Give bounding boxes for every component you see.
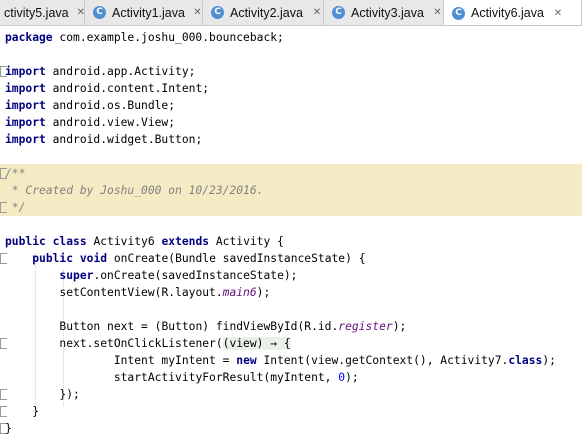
code-text: ); — [345, 371, 359, 384]
code-text: Button next = (Button) findViewById(R.id… — [59, 320, 339, 333]
code-text: }); — [59, 388, 80, 401]
doc-comment-line: /** — [5, 167, 26, 180]
package-name: com.example.joshu_000.bounceback; — [52, 31, 284, 44]
tab-activity5[interactable]: ctivity5.java ✕ — [0, 0, 85, 25]
code-line-class-decl: public class Activity6 extends Activity … — [5, 233, 284, 250]
code-line-setcontentview: setContentView(R.layout.main6); — [5, 284, 270, 301]
import-path: android.app.Activity; — [45, 65, 196, 78]
keyword: public — [5, 235, 46, 248]
java-class-icon: C — [93, 6, 106, 19]
keyword: import — [5, 116, 46, 129]
code-text: next.setOnClickListener( — [59, 337, 223, 350]
import-path: android.content.Intent; — [45, 82, 210, 95]
keyword: package — [5, 31, 53, 44]
tab-activity6[interactable]: C Activity6.java ✕ — [444, 0, 582, 25]
code-line-onclicklistener: next.setOnClickListener((view) → { — [5, 335, 291, 352]
doc-comment-line: * Created by Joshu_000 on 10/23/2016. — [5, 184, 264, 197]
code-line-close-class: } — [5, 420, 12, 437]
keyword: super — [59, 269, 94, 282]
close-icon[interactable]: ✕ — [193, 7, 202, 18]
code-line-package: package com.example.joshu_000.bounceback… — [5, 29, 284, 46]
code-line-import: import android.app.Activity; — [5, 63, 195, 80]
tab-label: Activity3.java — [351, 5, 424, 20]
code-line-import: import android.os.Bundle; — [5, 97, 175, 114]
code-line-import: import android.widget.Button; — [5, 131, 202, 148]
code-text: onCreate(Bundle savedInstanceState) { — [107, 252, 366, 265]
tab-label: Activity1.java — [112, 5, 185, 20]
code-line-oncreate: public void onCreate(Bundle savedInstanc… — [5, 250, 366, 267]
tab-activity1[interactable]: C Activity1.java ✕ — [85, 0, 203, 25]
import-path: android.os.Bundle; — [45, 99, 176, 112]
tab-activity2[interactable]: C Activity2.java ✕ — [203, 0, 324, 25]
keyword: public — [32, 252, 74, 265]
keyword: import — [5, 82, 46, 95]
code-text: ); — [542, 354, 556, 367]
code-text: startActivityForResult(myIntent, — [113, 371, 339, 384]
close-icon[interactable]: ✕ — [552, 8, 564, 19]
editor-tab-bar: ctivity5.java ✕ C Activity1.java ✕ C Act… — [0, 0, 582, 26]
code-text: setContentView(R.layout. — [59, 286, 223, 299]
code-text: ); — [256, 286, 271, 299]
code-line-findviewbyid: Button next = (Button) findViewById(R.id… — [5, 318, 406, 335]
close-icon[interactable]: ✕ — [311, 7, 323, 18]
lambda-fold[interactable]: (view) → { — [222, 337, 291, 350]
code-line-super: super.onCreate(savedInstanceState); — [5, 267, 297, 284]
keyword: import — [5, 99, 46, 112]
close-icon[interactable]: ✕ — [77, 7, 85, 18]
code-text: Intent(view.getContext(), Activity7. — [256, 354, 509, 367]
tab-label: Activity2.java — [230, 5, 303, 20]
code-line-import: import android.view.View; — [5, 114, 175, 131]
code-line-startactivity: startActivityForResult(myIntent, 0); — [5, 369, 359, 386]
code-editor[interactable]: package com.example.joshu_000.bounceback… — [0, 26, 582, 439]
code-text: .onCreate(savedInstanceState); — [93, 269, 298, 282]
code-line-close-method: } — [5, 403, 39, 420]
keyword: class — [52, 235, 87, 248]
code-line-import: import android.content.Intent; — [5, 80, 209, 97]
import-path: android.widget.Button; — [45, 133, 203, 146]
code-text: Activity { — [209, 235, 284, 248]
field-ref: main6 — [222, 286, 257, 299]
code-line-intent: Intent myIntent = new Intent(view.getCon… — [5, 352, 556, 369]
tab-label: Activity6.java — [471, 6, 544, 20]
doc-comment-line: */ — [5, 201, 26, 214]
java-class-icon: C — [332, 6, 345, 19]
keyword: new — [236, 354, 257, 367]
keyword: import — [5, 65, 46, 78]
code-text: } — [32, 405, 40, 418]
keyword: class — [508, 354, 543, 367]
import-path: android.view.View; — [45, 116, 176, 129]
tab-label: ctivity5.java — [4, 5, 69, 20]
tab-activity3[interactable]: C Activity3.java ✕ — [324, 0, 444, 25]
code-text: } — [5, 422, 12, 435]
code-text: ); — [392, 320, 407, 333]
keyword: void — [79, 252, 108, 265]
keyword: extends — [161, 235, 210, 248]
keyword: import — [5, 133, 46, 146]
class-name: Activity6 — [86, 235, 162, 248]
field-ref: register — [338, 320, 393, 333]
java-class-icon: C — [452, 6, 465, 20]
close-icon[interactable]: ✕ — [432, 7, 443, 18]
java-class-icon: C — [211, 6, 224, 19]
code-line-close-lambda: }); — [5, 386, 80, 403]
code-text: Intent myIntent = — [113, 354, 237, 367]
